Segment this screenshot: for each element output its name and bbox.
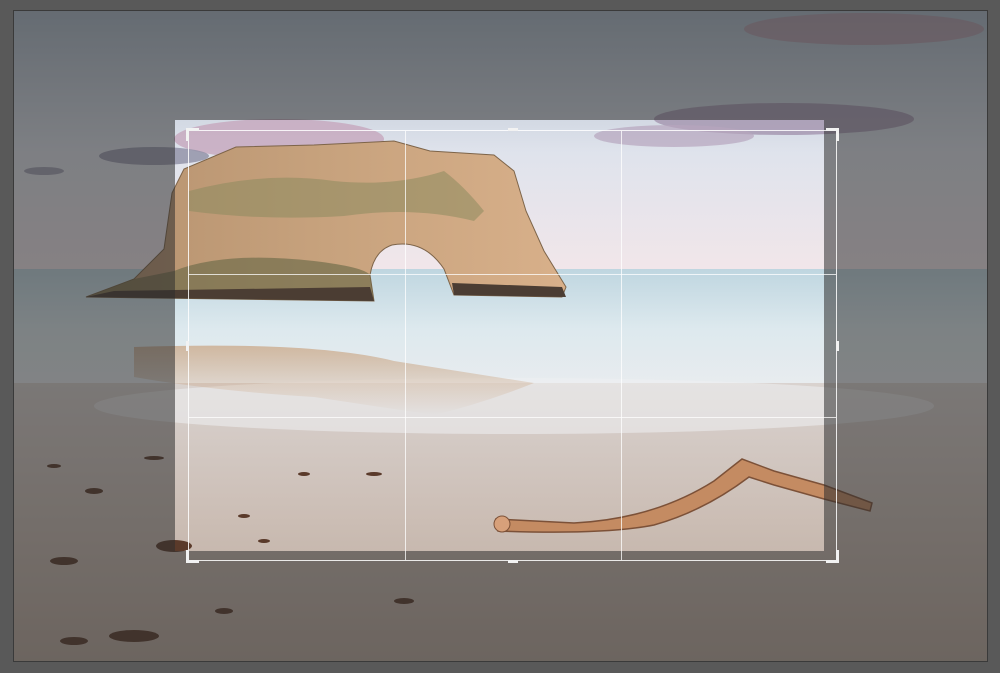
grid-line-vertical-1 (405, 131, 406, 560)
grid-line-vertical-2 (621, 131, 622, 560)
grid-line-horizontal-2 (189, 417, 836, 418)
crop-rectangle[interactable] (186, 128, 839, 563)
editor-workspace (0, 0, 1000, 673)
edge-handle-left[interactable] (186, 341, 189, 351)
edge-handle-top[interactable] (508, 128, 518, 131)
corner-handle-top-right[interactable] (826, 128, 839, 141)
photo-canvas[interactable] (13, 10, 988, 662)
grid-line-horizontal-1 (189, 274, 836, 275)
corner-handle-bottom-right[interactable] (826, 550, 839, 563)
corner-handle-bottom-left[interactable] (186, 550, 199, 563)
corner-handle-top-left[interactable] (186, 128, 199, 141)
edge-handle-right[interactable] (836, 341, 839, 351)
edge-handle-bottom[interactable] (508, 560, 518, 563)
